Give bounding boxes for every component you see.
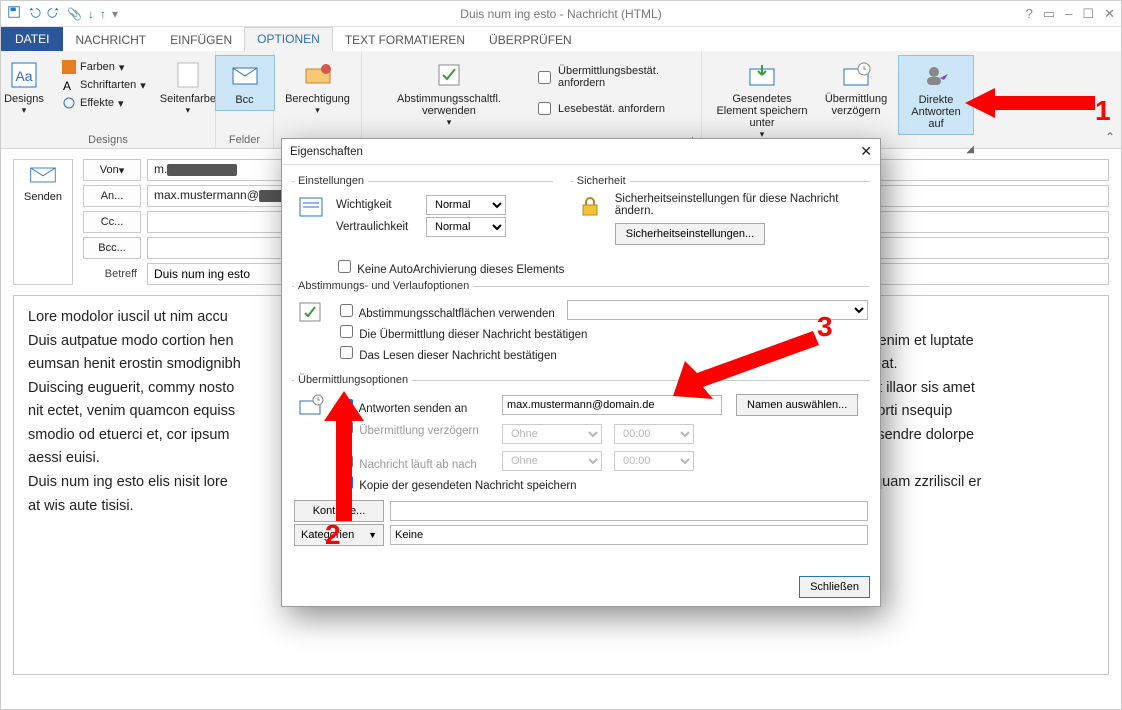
bcc-field-button[interactable]: Bcc... xyxy=(83,237,141,259)
delivery-confirm-checkbox[interactable]: Die Übermittlung dieser Nachricht bestät… xyxy=(336,322,587,341)
titlebar: 📎 ↓ ↑ ▾ Duis num ing esto - Nachricht (H… xyxy=(1,1,1121,27)
voting-checkbox[interactable]: Abstimmungsschaltflächen verwenden xyxy=(336,301,555,320)
redo-icon[interactable] xyxy=(47,5,61,22)
group-designs: Aa Designs▾ Farben ▾ ASchriftarten ▾ Eff… xyxy=(1,51,216,148)
tab-options[interactable]: OPTIONEN xyxy=(244,27,333,51)
window-title: Duis num ing esto - Nachricht (HTML) xyxy=(460,7,661,21)
security-legend: Sicherheit xyxy=(573,175,630,187)
tab-format[interactable]: TEXT FORMATIEREN xyxy=(333,29,477,51)
direct-replies-button[interactable]: Direkte Antworten auf xyxy=(898,55,974,135)
close-button[interactable]: Schließen xyxy=(799,576,870,598)
delivery-legend: Übermittlungsoptionen xyxy=(294,374,412,386)
tab-file[interactable]: DATEI xyxy=(1,27,63,51)
minimize-icon[interactable]: ‒ xyxy=(1065,6,1072,22)
more-options-launcher-icon[interactable]: ◢ xyxy=(966,144,974,155)
group-label-felder: Felder xyxy=(224,134,265,146)
maximize-icon[interactable]: ☐ xyxy=(1082,6,1094,22)
subject-label: Betreff xyxy=(83,263,141,285)
save-icon[interactable] xyxy=(7,5,21,22)
contacts-input[interactable] xyxy=(390,501,868,521)
tab-message[interactable]: NACHRICHT xyxy=(63,29,158,51)
from-button[interactable]: Von ▾ xyxy=(83,159,141,181)
group-label-designs: Designs xyxy=(9,134,207,146)
security-desc: Sicherheitseinstellungen für diese Nachr… xyxy=(615,193,868,217)
ribbon-help-icon[interactable]: ? xyxy=(1026,6,1033,22)
cc-button[interactable]: Cc... xyxy=(83,211,141,233)
fonts-button[interactable]: ASchriftarten ▾ xyxy=(60,77,148,93)
importance-select[interactable]: Normal xyxy=(426,195,506,215)
importance-label: Wichtigkeit xyxy=(336,199,420,211)
undo-icon[interactable] xyxy=(27,5,41,22)
svg-text:Aa: Aa xyxy=(15,68,32,84)
annotation-label-1: 1 xyxy=(1095,95,1111,127)
pagecolor-button[interactable]: Seitenfarbe▾ xyxy=(154,55,222,120)
window-controls: ? ▭ ‒ ☐ ✕ xyxy=(1026,6,1115,22)
voting-section-icon xyxy=(294,298,328,364)
annotation-arrow-1 xyxy=(965,83,1095,123)
group-more-options: Gesendetes Element speichern unter▾ Über… xyxy=(702,51,982,148)
group-permission: Berechtigung▾ xyxy=(274,51,362,148)
ribbon-display-icon[interactable]: ▭ xyxy=(1043,6,1055,22)
bcc-button[interactable]: Bcc xyxy=(215,55,275,111)
tab-review[interactable]: ÜBERPRÜFEN xyxy=(477,29,584,51)
voting-button[interactable]: Abstimmungsschaltfl. verwenden▾ xyxy=(370,55,528,132)
read-receipt-checkbox[interactable]: Lesebestät. anfordern xyxy=(534,97,693,120)
no-autoarchive-checkbox[interactable]: Keine AutoArchivierung dieses Elements xyxy=(334,257,564,276)
dialog-close-icon[interactable]: ✕ xyxy=(860,143,872,160)
tab-insert[interactable]: EINFÜGEN xyxy=(158,29,244,51)
security-settings-button[interactable]: Sicherheitseinstellungen... xyxy=(615,223,765,245)
settings-legend: Einstellungen xyxy=(294,175,368,187)
send-button[interactable]: Senden xyxy=(13,159,73,285)
ribbon: Aa Designs▾ Farben ▾ ASchriftarten ▾ Eff… xyxy=(1,51,1121,149)
close-icon[interactable]: ✕ xyxy=(1104,6,1115,22)
sensitivity-select[interactable]: Normal xyxy=(426,217,506,237)
delay-delivery-button[interactable]: Übermittlung verzögern xyxy=(820,55,892,121)
expire-time-select: 00:00 xyxy=(614,451,694,471)
annotation-label-2: 2 xyxy=(325,519,341,551)
read-confirm-checkbox[interactable]: Das Lesen dieser Nachricht bestätigen xyxy=(336,343,557,362)
collapse-ribbon-icon[interactable]: ⌃ xyxy=(1105,130,1115,144)
save-sent-button[interactable]: Gesendetes Element speichern unter▾ xyxy=(710,55,814,144)
svg-text:A: A xyxy=(63,79,71,92)
delay-time-select: 00:00 xyxy=(614,424,694,444)
group-tracking: Abstimmungsschaltfl. verwenden▾ Übermitt… xyxy=(362,51,702,148)
settings-icon xyxy=(294,193,328,239)
themes-button[interactable]: Aa Designs▾ xyxy=(0,55,54,120)
attach-icon[interactable]: 📎 xyxy=(67,7,82,21)
group-showfields: Bcc Felder xyxy=(216,51,274,148)
annotation-label-3: 3 xyxy=(817,311,833,343)
save-copy-checkbox[interactable]: Kopie der gesendeten Nachricht speichern xyxy=(336,473,577,492)
annotation-arrow-2 xyxy=(319,391,369,521)
arrow-down-icon[interactable]: ↓ xyxy=(88,7,94,21)
lock-icon xyxy=(573,193,607,245)
effects-button[interactable]: Effekte ▾ xyxy=(60,95,148,111)
delivery-receipt-checkbox[interactable]: Übermittlungsbestät. anfordern xyxy=(534,63,693,91)
to-button[interactable]: An... xyxy=(83,185,141,207)
delay-date-select: Ohne xyxy=(502,424,602,444)
categories-input[interactable] xyxy=(390,525,868,545)
expire-date-select: Ohne xyxy=(502,451,602,471)
sensitivity-label: Vertraulichkeit xyxy=(336,221,420,233)
arrow-up-icon[interactable]: ↑ xyxy=(100,7,106,21)
annotation-arrow-3 xyxy=(673,321,823,401)
more-icon[interactable]: ▾ xyxy=(112,7,118,21)
quick-access-toolbar: 📎 ↓ ↑ ▾ xyxy=(7,5,118,22)
dialog-title: Eigenschaften xyxy=(290,146,363,158)
colors-button[interactable]: Farben ▾ xyxy=(60,59,148,75)
ribbon-tabs: DATEI NACHRICHT EINFÜGEN OPTIONEN TEXT F… xyxy=(1,27,1121,51)
voting-legend: Abstimmungs- und Verlaufoptionen xyxy=(294,280,473,292)
permission-button[interactable]: Berechtigung▾ xyxy=(279,55,356,120)
